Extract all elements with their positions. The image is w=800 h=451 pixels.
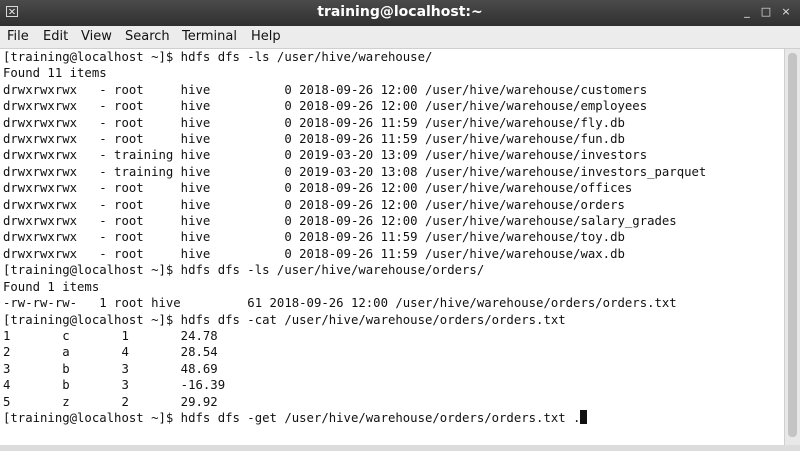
terminal-line: [training@localhost ~]$ hdfs dfs -cat /u…: [3, 312, 566, 327]
terminal-line: 3 b 3 48.69: [3, 361, 218, 376]
window-title: training@localhost:~: [317, 4, 483, 20]
terminal-line: drwxrwxrwx - root hive 0 2018-09-26 12:0…: [3, 197, 625, 212]
terminal-line: Found 11 items: [3, 66, 107, 81]
terminal-line: 1 c 1 24.78: [3, 328, 218, 343]
terminal-line: drwxrwxrwx - root hive 0 2018-09-26 12:0…: [3, 181, 633, 196]
terminal-line: drwxrwxrwx - root hive 0 2018-09-26 11:5…: [3, 246, 625, 261]
terminal-line: [training@localhost ~]$ hdfs dfs -ls /us…: [3, 50, 433, 64]
terminal-line: Found 1 items: [3, 279, 100, 294]
terminal-line: drwxrwxrwx - root hive 0 2018-09-26 11:5…: [3, 230, 625, 245]
terminal-line: 2 a 4 28.54: [3, 345, 218, 360]
terminal-line: drwxrwxrwx - root hive 0 2018-09-26 12:0…: [3, 214, 677, 229]
text-cursor: [580, 409, 588, 424]
terminal-line: drwxrwxrwx - root hive 0 2018-09-26 11:5…: [3, 132, 625, 147]
vertical-scrollbar[interactable]: [784, 49, 800, 445]
menu-bar: File Edit View Search Terminal Help: [0, 26, 800, 49]
menu-help[interactable]: Help: [251, 29, 281, 44]
terminal-line: 4 b 3 -16.39: [3, 378, 226, 393]
terminal-line: drwxrwxrwx - training hive 0 2019-03-20 …: [3, 164, 707, 179]
terminal-line: 5 z 2 29.92: [3, 394, 218, 409]
terminal-line: drwxrwxrwx - root hive 0 2018-09-26 12:0…: [3, 82, 648, 97]
close-icon[interactable]: ×: [779, 5, 793, 19]
terminal-window: training@localhost:~ _ □ × File Edit Vie…: [0, 0, 800, 451]
scrollbar-thumb[interactable]: [788, 53, 797, 437]
menu-view[interactable]: View: [81, 29, 112, 44]
terminal-line: drwxrwxrwx - training hive 0 2019-03-20 …: [3, 148, 648, 163]
window-bottom-edge: [0, 445, 800, 451]
terminal-text: [training@localhost ~]$ hdfs dfs -ls /us…: [0, 49, 784, 426]
menu-edit[interactable]: Edit: [43, 29, 68, 44]
title-bar[interactable]: training@localhost:~ _ □ ×: [0, 0, 800, 26]
terminal-line: drwxrwxrwx - root hive 0 2018-09-26 12:0…: [3, 99, 648, 114]
menu-file[interactable]: File: [7, 29, 29, 44]
minimize-icon[interactable]: _: [740, 5, 754, 19]
terminal-line: drwxrwxrwx - root hive 0 2018-09-26 11:5…: [3, 115, 625, 130]
menu-search[interactable]: Search: [125, 29, 170, 44]
terminal-line: [training@localhost ~]$ hdfs dfs -ls /us…: [3, 263, 485, 278]
maximize-icon[interactable]: □: [759, 5, 773, 19]
terminal-output[interactable]: [training@localhost ~]$ hdfs dfs -ls /us…: [0, 49, 784, 445]
menu-terminal[interactable]: Terminal: [182, 29, 237, 44]
terminal-line: -rw-rw-rw- 1 root hive 61 2018-09-26 12:…: [3, 296, 677, 311]
terminal-line: [training@localhost ~]$ hdfs dfs -get /u…: [3, 410, 581, 425]
